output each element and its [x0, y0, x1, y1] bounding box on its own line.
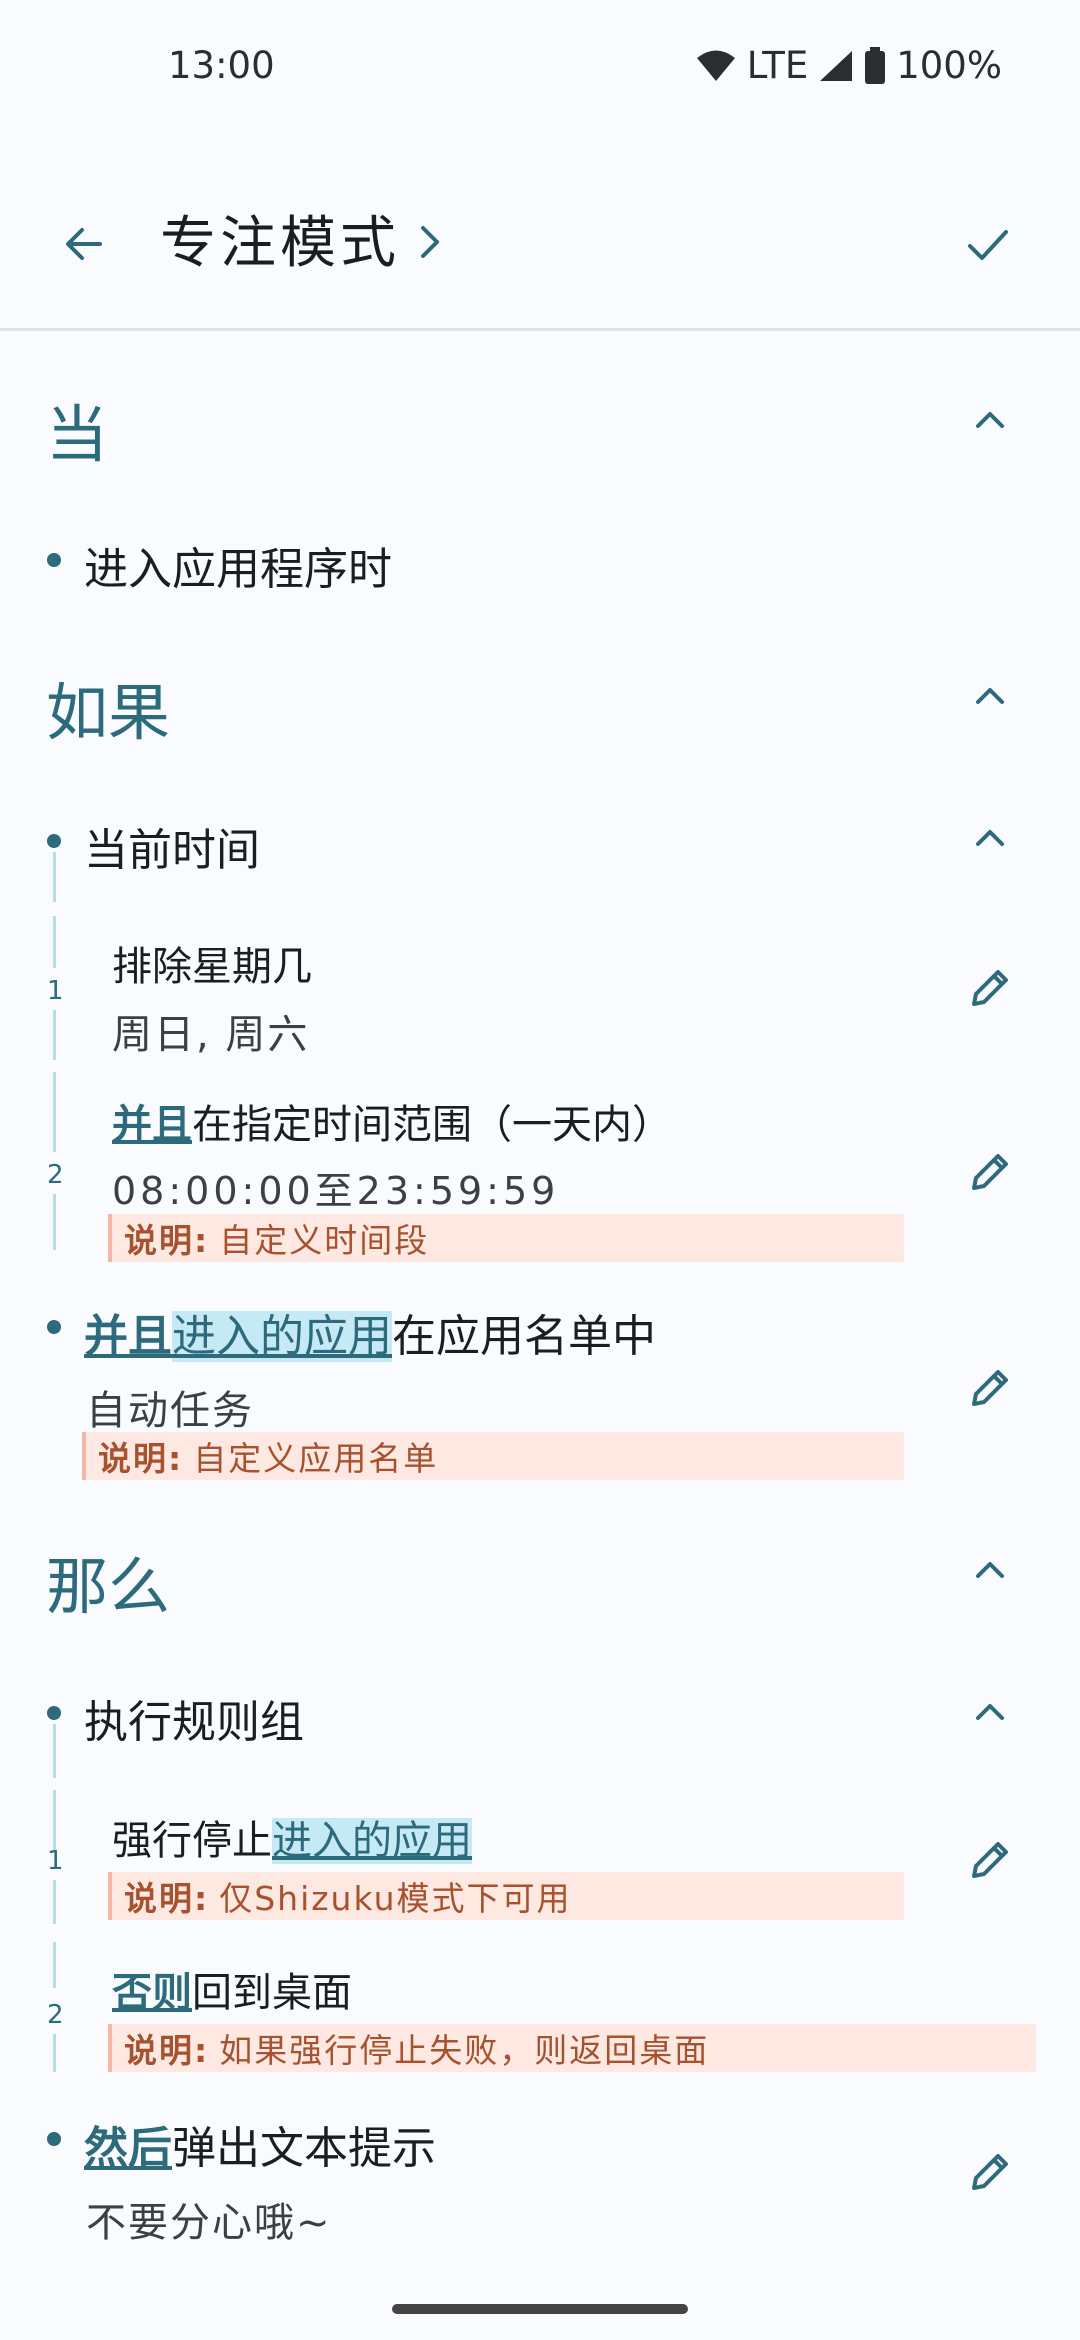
note-text: 如果强行停止失败，则返回桌面	[219, 2031, 710, 2070]
tree-line	[53, 1942, 56, 1988]
trigger-item[interactable]: 进入应用程序时	[84, 533, 392, 597]
edit-action-button[interactable]	[962, 2144, 1018, 2200]
condition-note: 说明: 自定义应用名单	[82, 1432, 904, 1480]
condition-value: 周日, 周六	[112, 1012, 310, 1058]
step-number: 1	[47, 976, 64, 1006]
chevron-up-icon	[976, 1704, 1004, 1720]
action-title[interactable]: 强行停止进入的应用	[112, 1808, 472, 1866]
step-number: 1	[47, 1846, 64, 1876]
action-title-text: 回到桌面	[192, 1970, 352, 2016]
back-button[interactable]	[52, 212, 116, 276]
action-value: 不要分心哦~	[86, 2200, 332, 2246]
signal-icon	[820, 50, 853, 81]
condition-title-text: 在应用名单中	[392, 1311, 656, 1362]
bullet-dot	[47, 1320, 61, 1334]
chevron-right-icon	[421, 226, 439, 258]
pencil-icon	[972, 1842, 1008, 1878]
battery-icon	[865, 46, 886, 84]
tree-line	[53, 1072, 56, 1152]
tree-line	[53, 1724, 56, 1778]
check-icon	[968, 230, 1008, 260]
status-bar: 13:00 LTE 100%	[0, 0, 1080, 140]
collapse-when-button[interactable]	[960, 390, 1020, 450]
variable-link[interactable]: 进入的应用	[272, 1818, 472, 1864]
pencil-icon	[972, 1154, 1008, 1190]
network-label: LTE	[746, 44, 809, 87]
action-group-title[interactable]: 执行规则组	[84, 1686, 304, 1750]
status-time: 13:00	[168, 44, 275, 87]
app-bar: 专注模式	[0, 160, 1080, 331]
tree-line	[53, 2034, 56, 2072]
tree-line	[53, 1790, 56, 1850]
condition-group-title[interactable]: 当前时间	[84, 814, 260, 878]
condition-title[interactable]: 并且进入的应用在应用名单中	[84, 1300, 656, 1364]
section-title-then: 那么	[46, 1550, 171, 1623]
section-title-if: 如果	[46, 676, 171, 749]
section-title-when: 当	[46, 398, 109, 471]
condition-value: 08:00:00至23:59:59	[112, 1169, 560, 1213]
variable-link[interactable]: 进入的应用	[172, 1311, 392, 1362]
collapse-then-button[interactable]	[960, 1540, 1020, 1600]
note-label: 说明:	[98, 1439, 184, 1478]
condition-title[interactable]: 并且在指定时间范围（一天内）	[112, 1092, 672, 1150]
then-keyword[interactable]: 然后	[84, 2123, 172, 2174]
condition-title-text: 在指定时间范围（一天内）	[192, 1102, 672, 1148]
step-number: 2	[47, 2000, 64, 2030]
edit-condition-button[interactable]	[962, 1144, 1018, 1200]
action-note: 说明: 如果强行停止失败，则返回桌面	[108, 2024, 1036, 2072]
collapse-action-group-button[interactable]	[960, 1682, 1020, 1742]
tree-line	[53, 916, 56, 968]
save-button[interactable]	[956, 212, 1020, 276]
action-note: 说明: 仅Shizuku模式下可用	[108, 1872, 904, 1920]
condition-value: 自动任务	[86, 1388, 254, 1434]
page-title[interactable]: 专注模式	[160, 198, 400, 279]
note-label: 说明:	[124, 2031, 210, 2070]
note-label: 说明:	[124, 1221, 210, 1260]
tree-line	[53, 1880, 56, 1924]
collapse-if-button[interactable]	[960, 666, 1020, 726]
title-chevron-button[interactable]	[408, 210, 452, 274]
edit-condition-button[interactable]	[962, 960, 1018, 1016]
battery-label: 100%	[896, 44, 1002, 87]
note-text: 自定义时间段	[219, 1221, 430, 1260]
else-keyword[interactable]: 否则	[112, 1970, 192, 2016]
collapse-condition-group-button[interactable]	[960, 808, 1020, 868]
and-keyword[interactable]: 并且	[84, 1311, 172, 1362]
and-keyword[interactable]: 并且	[112, 1102, 192, 1148]
condition-note: 说明: 自定义时间段	[108, 1214, 904, 1262]
pencil-icon	[972, 970, 1008, 1006]
action-title[interactable]: 否则回到桌面	[112, 1960, 352, 2018]
pencil-icon	[972, 2154, 1008, 2190]
bullet-dot	[47, 834, 61, 848]
chevron-up-icon	[976, 1562, 1004, 1578]
arrow-back-icon	[66, 228, 102, 260]
tree-line	[53, 1010, 56, 1060]
chevron-up-icon	[976, 688, 1004, 704]
action-title-text: 强行停止	[112, 1818, 272, 1864]
chevron-up-icon	[976, 830, 1004, 846]
edit-condition-button[interactable]	[962, 1360, 1018, 1416]
action-title[interactable]: 然后弹出文本提示	[84, 2112, 436, 2176]
note-label: 说明:	[124, 1879, 210, 1918]
chevron-up-icon	[976, 412, 1004, 428]
bullet-dot	[47, 2132, 61, 2146]
status-icons: LTE 100%	[695, 44, 1002, 87]
note-text: 自定义应用名单	[193, 1439, 439, 1478]
tree-line	[53, 1194, 56, 1250]
action-title-text: 弹出文本提示	[172, 2123, 436, 2174]
gesture-nav-handle[interactable]	[392, 2304, 688, 2314]
pencil-icon	[972, 1370, 1008, 1406]
bullet-dot	[47, 1706, 61, 1720]
step-number: 2	[47, 1160, 64, 1190]
condition-title[interactable]: 排除星期几	[112, 934, 312, 992]
edit-action-button[interactable]	[962, 1832, 1018, 1888]
tree-line	[53, 852, 56, 902]
wifi-icon	[696, 50, 735, 81]
note-text: 仅Shizuku模式下可用	[219, 1879, 572, 1918]
bullet-dot	[47, 553, 61, 567]
